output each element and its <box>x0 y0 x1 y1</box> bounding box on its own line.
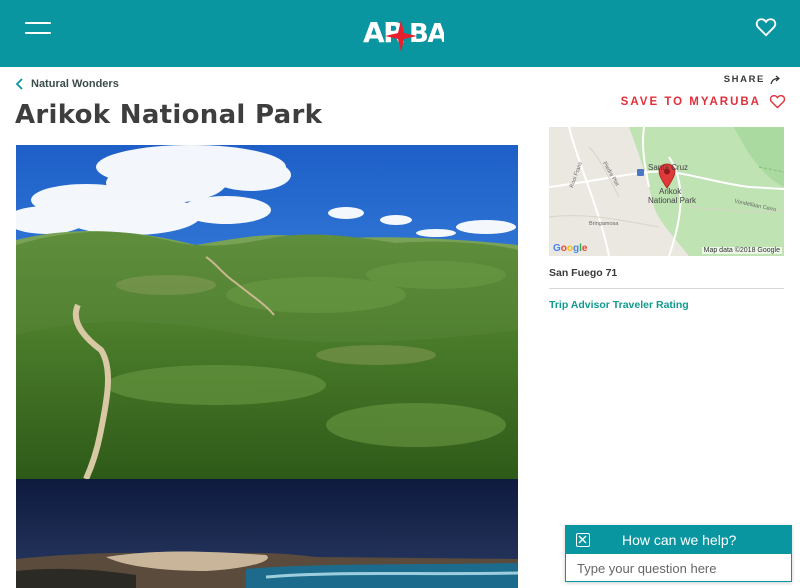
park-coast-photo[interactable] <box>16 479 518 588</box>
svg-text:AR: AR <box>363 16 404 49</box>
heart-outline-icon[interactable] <box>755 17 777 37</box>
share-arrow-icon <box>770 75 780 84</box>
map-town-label: Santa Cruz <box>648 163 689 172</box>
park-aerial-photo[interactable] <box>16 145 518 479</box>
aruba-logo[interactable]: AR BA <box>362 8 444 54</box>
chat-question-input[interactable] <box>567 556 789 580</box>
save-to-myaruba-button[interactable]: SAVE TO MYARUBA <box>621 94 786 109</box>
breadcrumb-label: Natural Wonders <box>31 78 119 90</box>
save-label: SAVE TO MYARUBA <box>620 95 761 108</box>
breadcrumb[interactable]: Natural Wonders <box>15 76 119 92</box>
close-icon[interactable] <box>576 533 590 547</box>
address-text: San Fuego 71 <box>549 267 618 279</box>
share-button[interactable]: SHARE <box>724 74 782 85</box>
map-road-label: Bringamosa <box>589 221 619 227</box>
chat-header[interactable]: How can we help? <box>566 526 791 554</box>
share-label: SHARE <box>723 74 765 85</box>
chat-widget: How can we help? <box>565 525 792 582</box>
map-park-label-line2: National Park <box>648 196 697 205</box>
heart-outline-icon <box>769 95 786 109</box>
chat-title: How can we help? <box>622 532 737 548</box>
top-header: AR BA <box>0 0 800 67</box>
chevron-left-icon <box>15 78 23 90</box>
map-park-label-line1: Arikok <box>659 187 682 196</box>
location-map[interactable]: Santa Cruz Arikok National Park Rooi Fra… <box>549 127 784 256</box>
google-logo[interactable]: Google <box>553 243 587 254</box>
divider <box>549 288 784 289</box>
hamburger-menu-icon[interactable] <box>25 20 51 36</box>
page-title: Arikok National Park <box>15 100 323 130</box>
tripadvisor-rating-link[interactable]: Trip Advisor Traveler Rating <box>549 299 689 311</box>
svg-text:BA: BA <box>409 19 444 49</box>
map-attribution[interactable]: Map data ©2018 Google <box>701 247 782 254</box>
